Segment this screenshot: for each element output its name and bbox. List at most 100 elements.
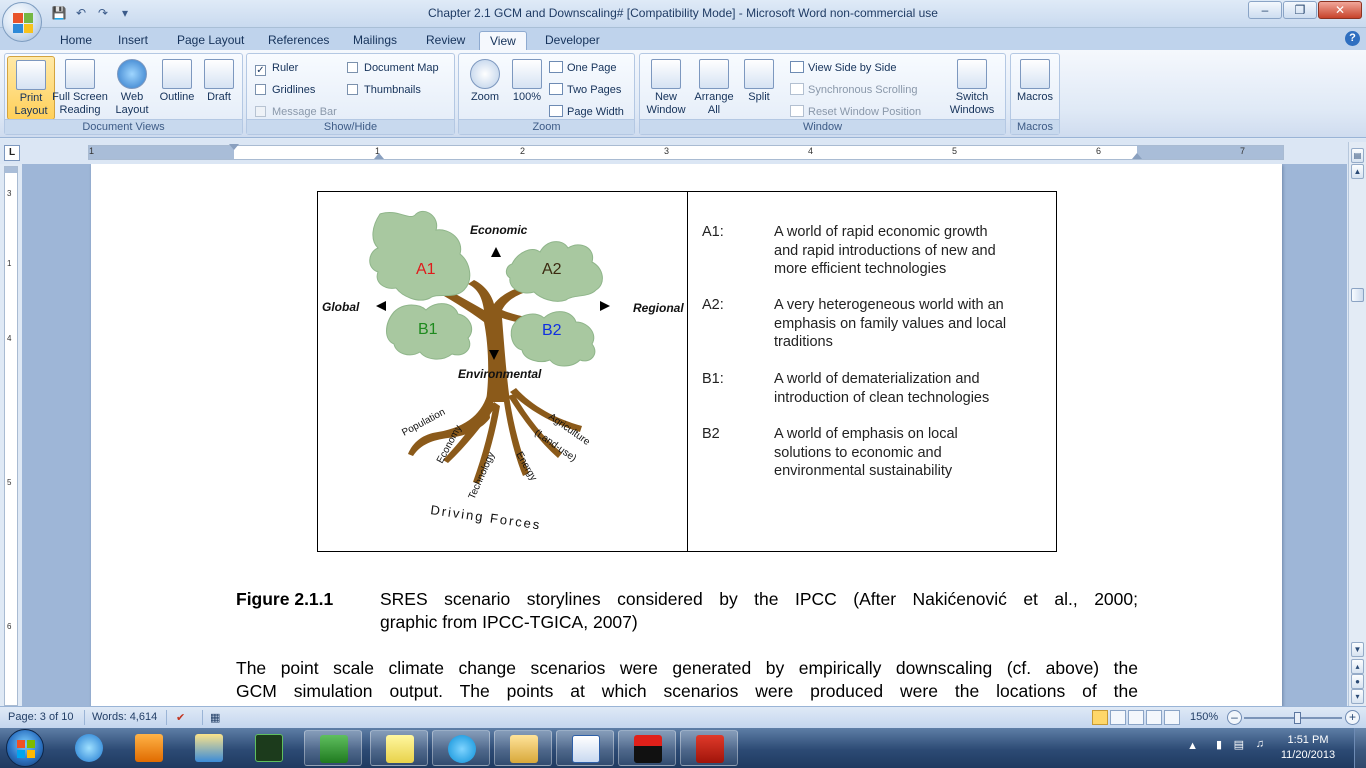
draft-view-icon[interactable] [1164, 710, 1180, 725]
zoom-button[interactable]: Zoom [461, 56, 509, 120]
taskbar-task-manager[interactable] [240, 730, 298, 766]
page-count[interactable]: Page: 3 of 10 [8, 711, 73, 723]
excel-icon [320, 735, 348, 763]
horizontal-ruler[interactable]: 1 1 2 3 4 5 6 7 [88, 144, 1284, 160]
ruler-checkbox[interactable]: ✓ Ruler [255, 59, 298, 77]
start-button[interactable] [6, 729, 44, 767]
left-indent-marker[interactable] [229, 144, 239, 150]
one-page-button[interactable]: One Page [549, 59, 617, 77]
label-driving-forces: Driving Forces [430, 502, 543, 532]
show-desktop-button[interactable] [1354, 728, 1366, 768]
zoom-out-button[interactable]: – [1227, 710, 1242, 725]
zoom-slider-track[interactable] [1244, 717, 1342, 719]
taskbar-internet-explorer[interactable] [60, 730, 118, 766]
zoom-slider-knob[interactable] [1294, 712, 1301, 724]
document-map-checkbox[interactable]: Document Map [347, 59, 439, 77]
macro-record-icon[interactable]: ▦ [210, 711, 220, 724]
zoom-in-button[interactable]: + [1345, 710, 1360, 725]
clock[interactable]: 1:51 PM 11/20/2013 [1268, 733, 1348, 763]
tab-view[interactable]: View [479, 31, 527, 50]
new-window-button[interactable]: New Window [642, 56, 690, 120]
ribbon-tabs: Home Insert Page Layout References Maili… [0, 28, 1366, 50]
vertical-scrollbar[interactable]: ▤ ▲ ▼ ▴ ● ▾ [1348, 142, 1366, 706]
sticky-notes-icon [386, 735, 414, 763]
synchronous-scrolling-button[interactable]: Synchronous Scrolling [790, 81, 917, 99]
next-page-button[interactable]: ▾ [1351, 689, 1364, 704]
tab-selector-button[interactable]: L [4, 145, 20, 161]
ruler-toggle-button[interactable]: ▤ [1351, 148, 1364, 163]
full-screen-view-icon[interactable] [1110, 710, 1126, 725]
taskbar-explorer[interactable] [494, 730, 552, 766]
taskbar-word[interactable] [556, 730, 614, 766]
taskbar-sticky-notes[interactable] [370, 730, 428, 766]
show-hidden-icons[interactable]: ▲ [1187, 740, 1198, 752]
document-area[interactable]: Economic Environmental Global Regional A… [22, 164, 1347, 706]
scroll-up-button[interactable]: ▲ [1351, 164, 1364, 179]
taskbar-media-player[interactable] [120, 730, 178, 766]
help-icon[interactable]: ? [1345, 31, 1360, 46]
ribbon: Print Layout Full Screen Reading Web Lay… [0, 50, 1366, 138]
network-icon[interactable]: ▤ [1234, 738, 1244, 751]
outline-button[interactable]: Outline [153, 56, 201, 120]
reset-position-icon [790, 105, 804, 117]
new-window-icon [651, 59, 681, 89]
document-page[interactable]: Economic Environmental Global Regional A… [91, 164, 1282, 706]
label-a1: A1 [416, 261, 436, 278]
ide-icon [634, 735, 662, 763]
print-layout-button[interactable]: Print Layout [7, 56, 55, 120]
taskbar-acrobat[interactable] [680, 730, 738, 766]
vertical-ruler[interactable]: 3 1 4 5 6 [4, 166, 18, 706]
close-button[interactable]: ✕ [1318, 1, 1362, 19]
taskbar-ide[interactable] [618, 730, 676, 766]
paint-icon [195, 734, 223, 762]
web-layout-icon [117, 59, 147, 89]
tab-mailings[interactable]: Mailings [343, 31, 407, 50]
minimize-button[interactable]: – [1248, 1, 1282, 19]
outline-view-icon[interactable] [1146, 710, 1162, 725]
tab-developer[interactable]: Developer [535, 31, 610, 50]
hanging-indent-marker[interactable] [374, 153, 384, 159]
previous-page-button[interactable]: ▴ [1351, 659, 1364, 674]
web-layout-view-icon[interactable] [1128, 710, 1144, 725]
tab-insert[interactable]: Insert [108, 31, 158, 50]
office-button[interactable] [2, 2, 42, 42]
tab-home[interactable]: Home [50, 31, 102, 50]
media-player-icon [135, 734, 163, 762]
leaves-a1 [369, 210, 471, 301]
group-label-window: Window [640, 119, 1005, 134]
draft-button[interactable]: Draft [195, 56, 243, 120]
switch-windows-button[interactable]: Switch Windows [942, 56, 1002, 120]
battery-icon[interactable]: ▮ [1216, 738, 1222, 751]
web-layout-button[interactable]: Web Layout [109, 56, 155, 120]
arrange-all-button[interactable]: Arrange All [690, 56, 738, 120]
two-pages-button[interactable]: Two Pages [549, 81, 621, 99]
split-button[interactable]: Split [735, 56, 783, 120]
skype-icon [448, 735, 476, 763]
taskbar-skype[interactable] [432, 730, 490, 766]
gridlines-checkbox[interactable]: Gridlines [255, 81, 315, 99]
select-browse-object-button[interactable]: ● [1351, 674, 1364, 689]
tab-review[interactable]: Review [416, 31, 475, 50]
proofing-icon[interactable]: ✔ [176, 711, 185, 724]
scroll-down-button[interactable]: ▼ [1351, 642, 1364, 657]
volume-icon[interactable]: ♫ [1256, 738, 1264, 750]
taskbar-paint[interactable] [180, 730, 238, 766]
tab-references[interactable]: References [258, 31, 339, 50]
scroll-thumb[interactable] [1351, 288, 1364, 302]
split-icon [744, 59, 774, 89]
tab-page-layout[interactable]: Page Layout [167, 31, 254, 50]
window-controls: – ❐ ✕ [1248, 1, 1362, 19]
zoom-100-button[interactable]: 100% [503, 56, 551, 120]
zoom-level[interactable]: 150% [1190, 711, 1218, 723]
thumbnails-checkbox[interactable]: Thumbnails [347, 81, 421, 99]
right-indent-marker[interactable] [1132, 153, 1142, 159]
view-side-by-side-button[interactable]: View Side by Side [790, 59, 896, 77]
restore-button[interactable]: ❐ [1283, 1, 1317, 19]
label-economic: Economic [470, 223, 528, 237]
sres-tree-diagram: Economic Environmental Global Regional A… [322, 210, 684, 533]
macros-button[interactable]: Macros [1011, 56, 1059, 120]
word-count[interactable]: Words: 4,614 [92, 711, 157, 723]
print-layout-view-icon[interactable] [1092, 710, 1108, 725]
full-screen-reading-button[interactable]: Full Screen Reading [51, 56, 109, 120]
taskbar-excel[interactable] [304, 730, 362, 766]
